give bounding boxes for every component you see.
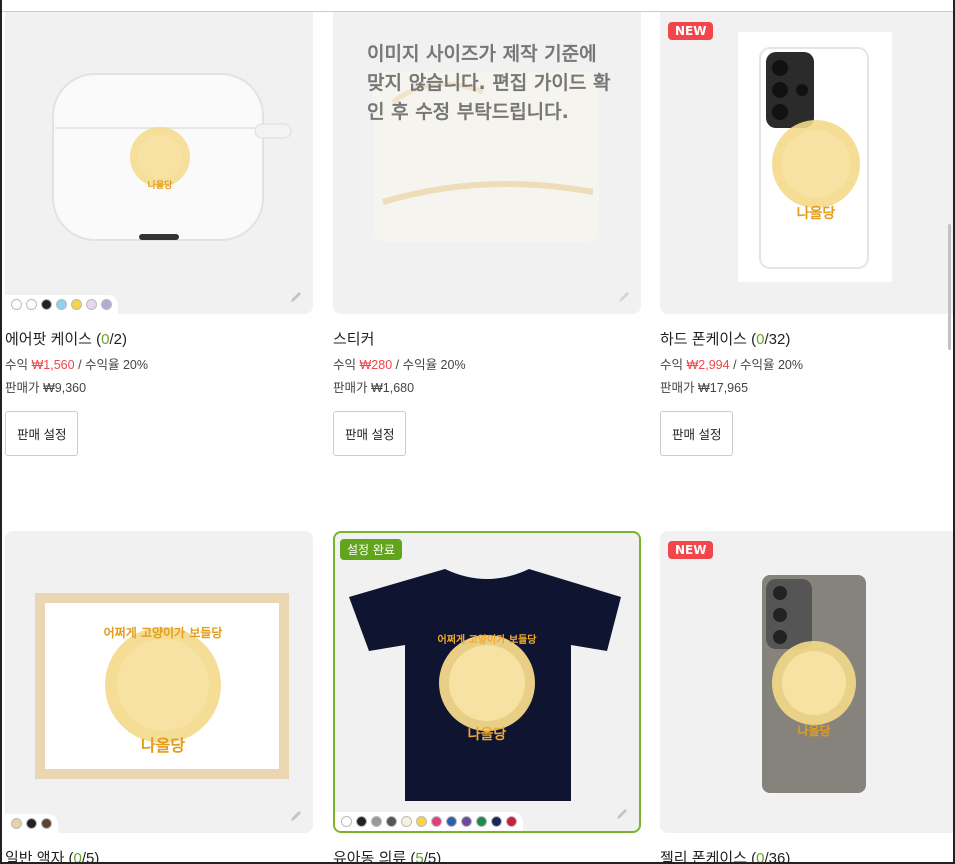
product-card-jelly-phone-case[interactable]: NEW 나올당 젤리 폰케이스 (0/36) <box>660 531 955 864</box>
sale-settings-button[interactable]: 판매 설정 <box>333 411 407 456</box>
color-swatch[interactable] <box>41 818 52 829</box>
color-swatch[interactable] <box>356 816 367 827</box>
product-image-frame[interactable]: 어쩌게 고양이가 보들당 나올당 <box>5 531 313 833</box>
artwork-logo-text: 나올당 <box>797 723 830 738</box>
product-image-kids-tshirt[interactable]: 설정 완료 어쩌게 고양이가 보들당 나올당 <box>333 531 641 833</box>
color-swatch[interactable] <box>86 299 97 310</box>
product-title: 일반 액자 (0/5) <box>5 850 100 864</box>
product-card-sticker[interactable]: 이미지 사이즈가 제작 기준에 맞지 않습니다. 편집 가이드 확인 후 수정 … <box>333 12 641 456</box>
color-swatch[interactable] <box>26 299 37 310</box>
tshirt-illustration: 어쩌게 고양이가 보들당 나올당 <box>349 569 621 801</box>
color-swatch[interactable] <box>41 299 52 310</box>
product-image-jelly-phone-case[interactable]: NEW 나올당 <box>660 531 955 833</box>
artwork-logo-text: 나올당 <box>797 205 836 222</box>
color-swatch[interactable] <box>386 816 397 827</box>
color-swatch[interactable] <box>11 818 22 829</box>
artwork-logo-text: 나올당 <box>148 179 174 191</box>
product-title: 스티커 <box>333 331 375 348</box>
color-swatch[interactable] <box>431 816 442 827</box>
sale-settings-button[interactable]: 판매 설정 <box>5 411 79 456</box>
pencil-icon[interactable] <box>615 807 629 821</box>
airpods-case-illustration: 나올당 <box>52 73 292 241</box>
color-swatches[interactable] <box>5 814 58 833</box>
color-swatch[interactable] <box>401 816 412 827</box>
product-title: 하드 폰케이스 (0/32) <box>660 331 791 348</box>
scrollbar-thumb[interactable] <box>948 224 951 350</box>
product-card-airpods-case[interactable]: 나올당 에어팟 케이스 (0/2) 수익 ₩1,560 / 수익율 20% 판매… <box>5 12 313 456</box>
product-title: 젤리 폰케이스 (0/36) <box>660 850 791 864</box>
product-card-hard-phone-case[interactable]: NEW 나올당 하드 폰케이스 (0/32) 수익 ₩2,994 / 수익율 2… <box>660 12 955 456</box>
color-swatch[interactable] <box>416 816 427 827</box>
product-image-airpods-case[interactable]: 나올당 <box>5 12 313 314</box>
sale-settings-button[interactable]: 판매 설정 <box>660 411 734 456</box>
pencil-icon[interactable] <box>289 809 303 823</box>
color-swatch[interactable] <box>71 299 82 310</box>
product-title: 에어팟 케이스 (0/2) <box>5 331 127 348</box>
top-border <box>0 0 955 12</box>
product-card-frame[interactable]: 어쩌게 고양이가 보들당 나올당 일반 액자 (0/5) <box>5 531 313 864</box>
product-profit: 수익 ₩1,560 / 수익율 20% <box>5 358 149 372</box>
color-swatch[interactable] <box>341 816 352 827</box>
artwork-arc-text: 어쩌게 고양이가 보들당 <box>438 633 538 646</box>
color-swatches[interactable] <box>5 295 118 314</box>
color-swatch[interactable] <box>461 816 472 827</box>
new-badge: NEW <box>668 22 714 40</box>
color-swatch[interactable] <box>26 818 37 829</box>
frame-illustration: 어쩌게 고양이가 보들당 나올당 <box>35 593 289 779</box>
product-image-hard-phone-case[interactable]: NEW 나올당 <box>660 12 955 314</box>
artwork-logo-text: 나올당 <box>141 736 185 755</box>
product-price: 판매가 ₩9,360 <box>5 381 87 395</box>
product-card-kids-tshirt[interactable]: 설정 완료 어쩌게 고양이가 보들당 나올당 유아동 의류 (5/5) <box>333 531 641 864</box>
artwork-arc-text: 어쩌게 고양이가 보들당 <box>104 625 223 640</box>
color-swatch[interactable] <box>11 299 22 310</box>
color-swatch[interactable] <box>446 816 457 827</box>
color-swatch[interactable] <box>491 816 502 827</box>
new-badge: NEW <box>668 541 714 559</box>
product-image-sticker[interactable]: 이미지 사이즈가 제작 기준에 맞지 않습니다. 편집 가이드 확인 후 수정 … <box>333 12 641 314</box>
color-swatch[interactable] <box>101 299 112 310</box>
product-profit: 수익 ₩2,994 / 수익율 20% <box>660 358 804 372</box>
product-profit: 수익 ₩280 / 수익율 20% <box>333 358 466 372</box>
color-swatch[interactable] <box>476 816 487 827</box>
color-swatch[interactable] <box>56 299 67 310</box>
product-price: 판매가 ₩17,965 <box>660 381 749 395</box>
color-swatch[interactable] <box>371 816 382 827</box>
setup-complete-badge: 설정 완료 <box>340 539 402 560</box>
pencil-icon[interactable] <box>617 290 631 304</box>
color-swatches[interactable] <box>335 812 523 831</box>
product-price: 판매가 ₩1,680 <box>333 381 415 395</box>
hard-phone-case-illustration: 나올당 <box>738 32 892 282</box>
pencil-icon[interactable] <box>289 290 303 304</box>
image-size-warning: 이미지 사이즈가 제작 기준에 맞지 않습니다. 편집 가이드 확인 후 수정 … <box>367 43 611 123</box>
color-swatch[interactable] <box>506 816 517 827</box>
artwork-logo-text: 나올당 <box>468 726 507 743</box>
jelly-phone-case-illustration: 나올당 <box>758 571 870 797</box>
product-title: 유아동 의류 (5/5) <box>333 850 442 864</box>
